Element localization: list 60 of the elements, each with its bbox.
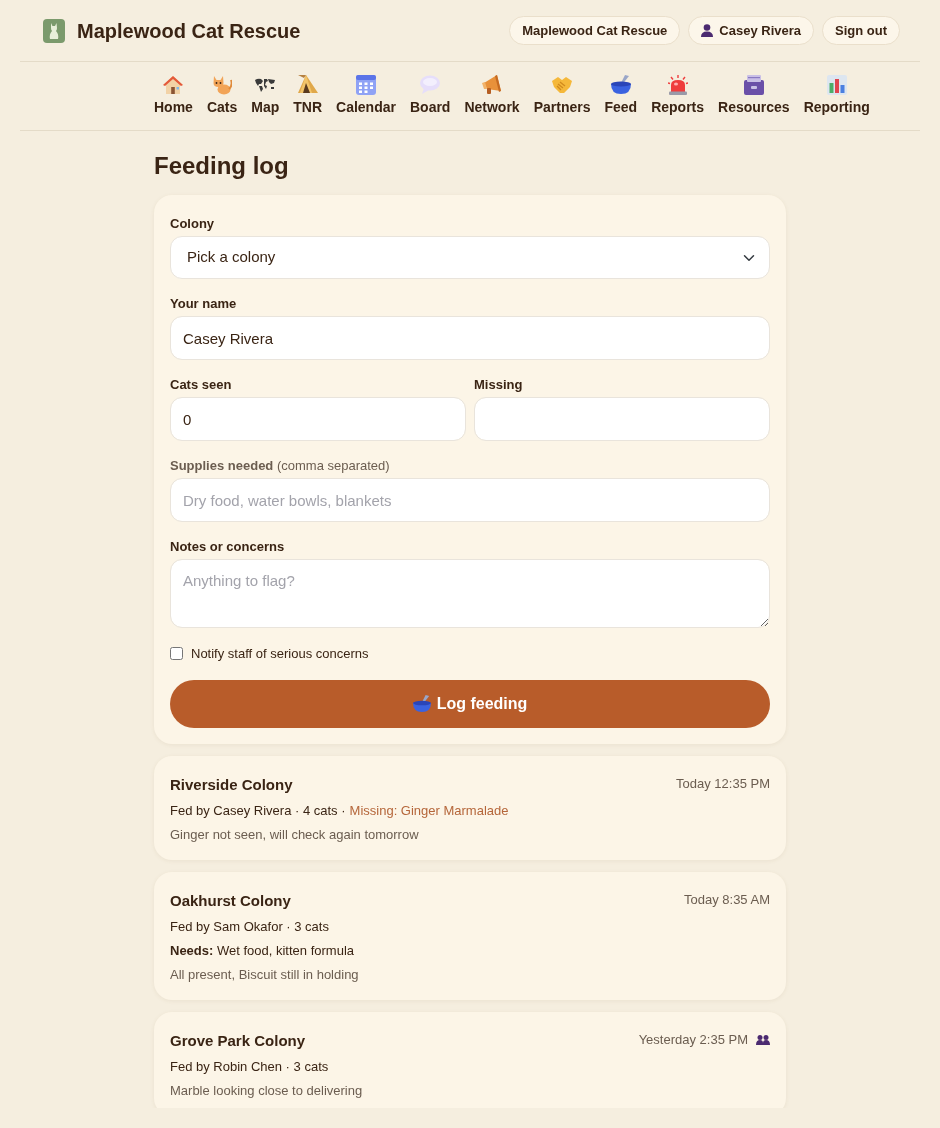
field-label: Notes or concerns [170,538,286,556]
nav-link[interactable]: Cats [206,75,238,116]
entry-note: Ginger not seen, will check again tomorrow [170,825,420,844]
sign-out-button[interactable]: Sign out [822,16,900,45]
nav-link[interactable]: Board [409,75,451,116]
supplies-input[interactable]: Dry food, water bowls, blankets [170,478,770,522]
supplies-needed: Needs: Wet food, kitten formula [170,941,356,960]
name-input[interactable]: Casey Rivera [170,316,770,360]
checkbox-label: Notify staff of serious concerns [191,645,369,663]
cat-logo-icon [43,18,65,43]
feeding-details: Fed by Robin Chen · 3 cats [170,1057,329,1076]
missing-cats: Missing: Ginger Marmalade [349,801,509,820]
cat-icon [212,75,233,95]
log-feeding-button[interactable]: Log feeding [170,679,770,728]
nav-link[interactable]: Reports [651,75,705,116]
entry-time: Yesterday 2:35 PM [638,1030,748,1049]
entry-note: Marble looking close to delivering [170,1081,364,1100]
nav-link[interactable]: Home [154,75,193,116]
missing-input[interactable] [474,397,770,441]
calendar-icon [356,75,376,95]
field-label: Missing [474,376,524,394]
colony-name: Oakhurst Colony [170,890,291,911]
field-label: Your name [170,295,238,313]
colony-name: Riverside Colony [170,774,293,795]
house-icon [163,75,184,95]
nav-link[interactable]: Feed [604,75,638,116]
notes-textarea[interactable]: Anything to flag? [170,559,770,628]
entry-note: All present, Biscuit still in holding [170,965,360,984]
nav-link[interactable]: Calendar [336,75,396,116]
page-title: Feeding log [154,151,290,181]
cats-seen-input[interactable]: 0 [170,397,466,441]
bowl-icon [610,75,631,95]
notify-checkbox[interactable] [170,647,183,661]
field-label: Cats seen [170,376,233,394]
feeding-details: Fed by Casey Rivera · 4 cats · [170,801,346,820]
tent-icon [297,75,318,95]
nav-link[interactable]: TNR [293,75,323,116]
field-label: Supplies needed (comma separated) [170,457,391,475]
field-label: Colony [170,215,216,233]
entry-time: Today 12:35 PM [676,774,770,793]
file-box-icon [743,75,764,95]
siren-icon [667,75,688,95]
nav-link[interactable]: Partners [533,75,591,116]
bar-chart-icon [826,75,847,95]
handshake-icon [552,75,573,95]
nav-link[interactable]: Resources [718,75,790,116]
nav-link[interactable]: Map [251,75,280,116]
speech-bubble-icon [420,75,441,95]
entry-time: Today 8:35 AM [684,890,770,909]
colony-name: Grove Park Colony [170,1030,306,1051]
bowl-icon [412,694,431,713]
colony-select[interactable]: Pick a colony [170,236,770,279]
brand-name: Maplewood Cat Rescue [77,18,301,43]
megaphone-icon [482,75,503,95]
organization-button[interactable]: Maplewood Cat Rescue [509,16,681,45]
person-icon [701,24,714,37]
nav-link[interactable]: Network [464,75,520,116]
feeding-details: Fed by Sam Okafor · 3 cats [170,917,329,936]
user-button[interactable]: Casey Rivera [688,16,814,45]
nav-link[interactable]: Reporting [803,75,870,116]
